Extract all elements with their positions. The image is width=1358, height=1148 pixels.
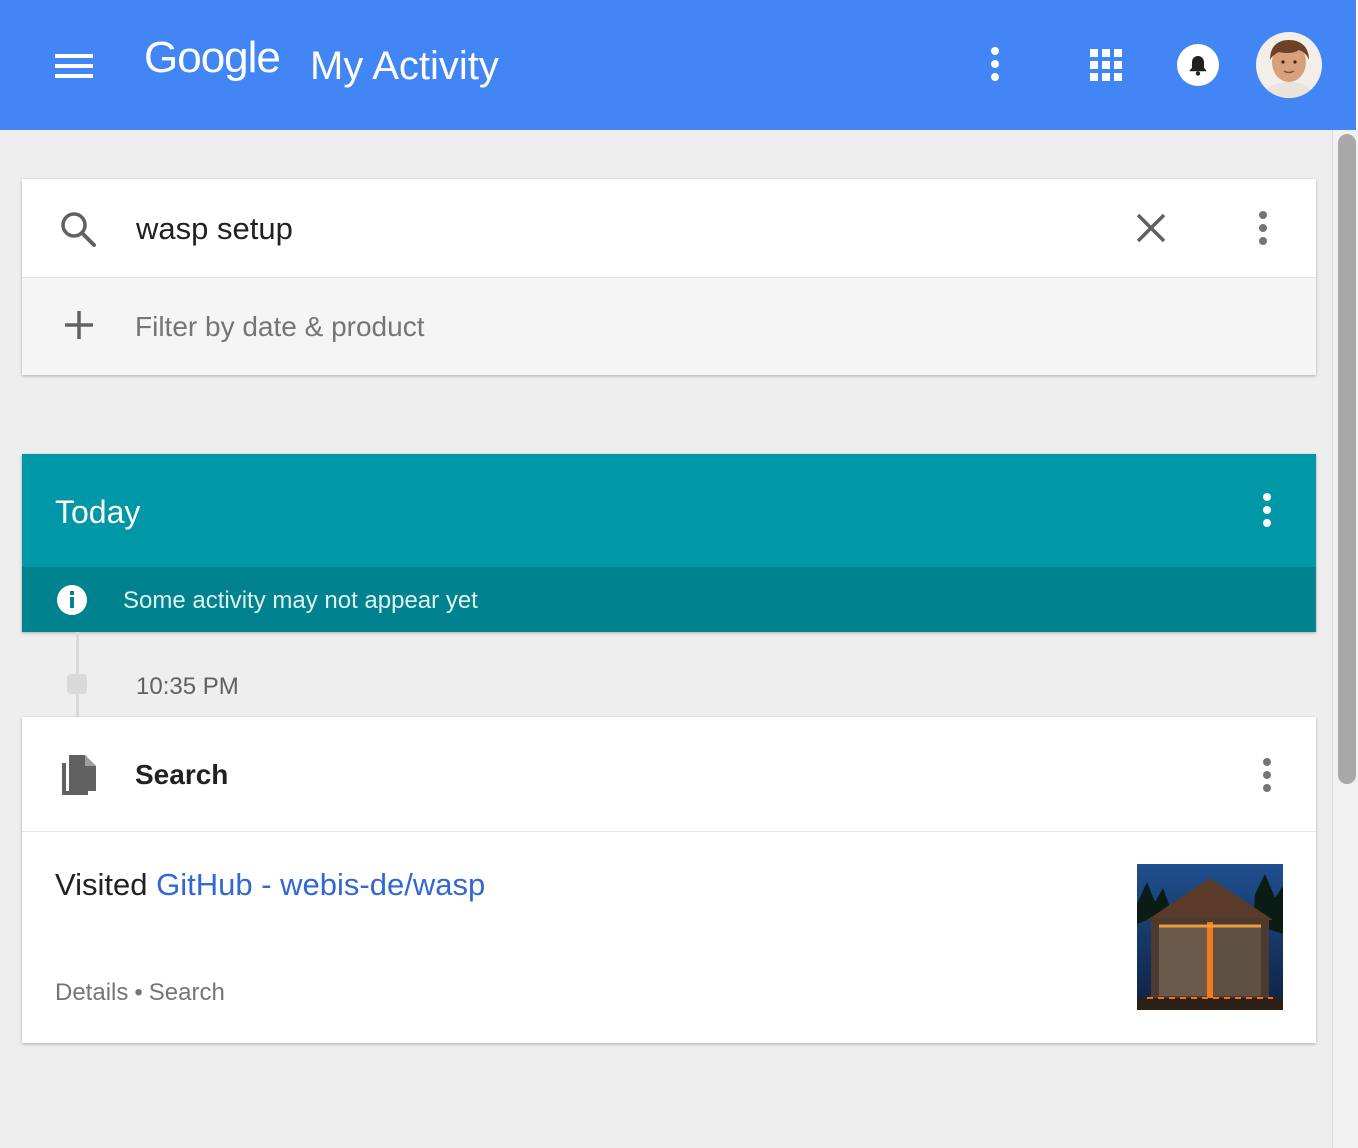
- scrollbar-thumb[interactable]: [1338, 134, 1356, 784]
- thumbnail-image[interactable]: [1137, 864, 1283, 1010]
- filter-label: Filter by date & product: [135, 311, 425, 342]
- today-card: Today Some activity may not appear yet: [22, 454, 1316, 632]
- visited-link[interactable]: GitHub - webis-de/wasp: [156, 867, 485, 902]
- search-input[interactable]: [134, 205, 1098, 253]
- scrollbar[interactable]: [1332, 130, 1358, 1148]
- search-more-button[interactable]: [1248, 206, 1278, 250]
- more-vert-icon: [991, 47, 999, 55]
- document-icon: [62, 755, 96, 795]
- apps-icon: [1090, 49, 1124, 83]
- timeline-dot: [67, 674, 87, 694]
- today-more-button[interactable]: [1252, 488, 1282, 532]
- apps-button[interactable]: [1086, 45, 1126, 85]
- details-link[interactable]: Details: [55, 979, 128, 1006]
- avatar-photo: [1256, 32, 1322, 98]
- product-name: Search: [135, 759, 229, 790]
- day-title: Today: [55, 494, 141, 530]
- activity-card: Search Visited GitHub - webis-de/wasp De…: [22, 717, 1316, 1043]
- menu-button[interactable]: [50, 44, 98, 88]
- today-header: Today: [22, 454, 1316, 567]
- app-bar: Google My Activity: [0, 0, 1358, 130]
- page-title: My Activity: [310, 44, 499, 88]
- more-vert-icon: [1263, 493, 1271, 501]
- search-icon: [61, 212, 96, 247]
- activity-notice: Some activity may not appear yet: [22, 567, 1316, 632]
- google-logo[interactable]: Google: [144, 33, 281, 83]
- info-icon: [57, 585, 87, 615]
- more-vert-icon: [1259, 211, 1267, 219]
- plus-icon: [65, 311, 93, 339]
- activity-time: 10:35 PM: [136, 673, 239, 700]
- close-icon[interactable]: [1130, 207, 1172, 249]
- activity-meta: Details • Search: [55, 979, 225, 1007]
- search-card: Filter by date & product: [22, 179, 1316, 375]
- avatar[interactable]: [1256, 32, 1322, 98]
- notice-text: Some activity may not appear yet: [123, 587, 478, 614]
- activity-more-button[interactable]: [1252, 753, 1282, 797]
- meta-product: Search: [148, 979, 225, 1006]
- menu-icon-bar: [55, 74, 93, 78]
- visited-prefix: Visited: [55, 867, 148, 902]
- filter-by-date-product[interactable]: Filter by date & product: [22, 278, 1316, 375]
- menu-icon-bar: [55, 64, 93, 68]
- search-row: [22, 179, 1316, 278]
- bell-icon: [1189, 56, 1207, 76]
- visited-line: Visited GitHub - webis-de/wasp: [55, 867, 485, 903]
- meta-separator: •: [134, 979, 143, 1006]
- thumbnail-picture: [1137, 864, 1283, 1010]
- more-vert-icon: [1263, 758, 1271, 766]
- notifications-button[interactable]: [1177, 44, 1219, 86]
- menu-icon-bar: [55, 54, 93, 58]
- header-more-button[interactable]: [980, 42, 1010, 86]
- activity-card-header: Search: [22, 717, 1316, 832]
